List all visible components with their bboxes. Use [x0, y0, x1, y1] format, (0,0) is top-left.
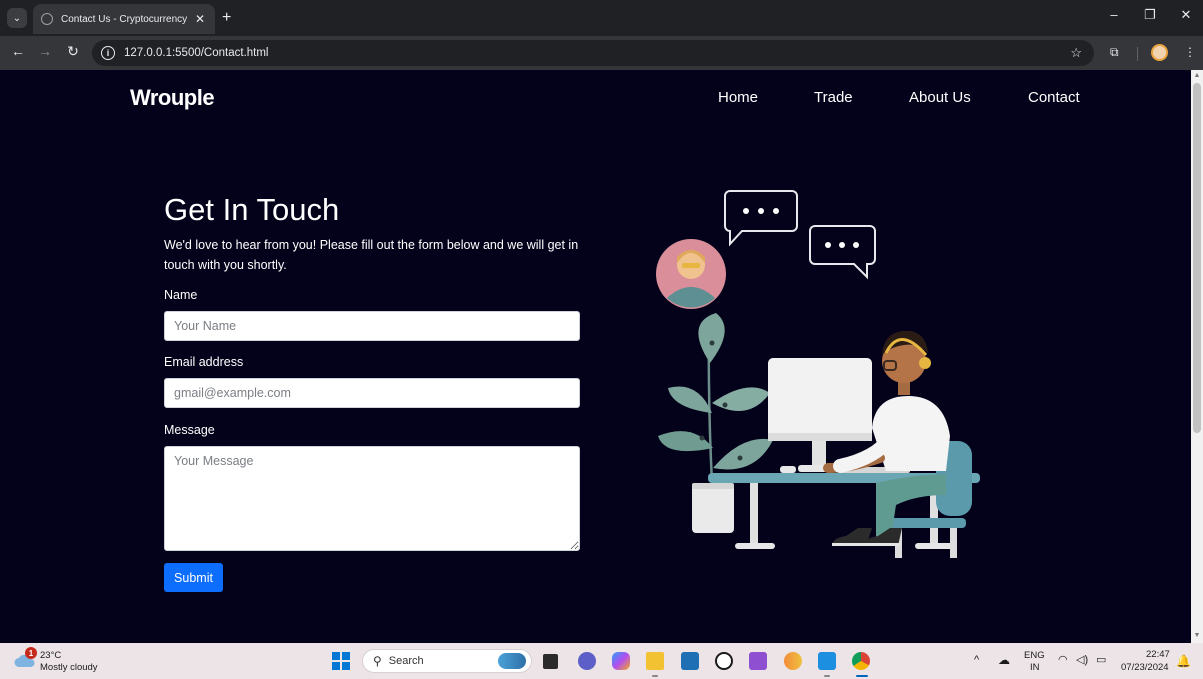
- app-icon[interactable]: [784, 652, 802, 670]
- message-textarea[interactable]: [164, 446, 580, 551]
- browser-tab[interactable]: Contact Us - Cryptocurrency ✕: [33, 4, 215, 34]
- wifi-icon[interactable]: ◠: [1058, 653, 1068, 666]
- contact-description: We'd love to hear from you! Please fill …: [164, 238, 579, 272]
- scrollbar-thumb[interactable]: [1193, 83, 1201, 433]
- toolbar-divider: [1137, 47, 1138, 61]
- volume-icon[interactable]: ◁): [1076, 653, 1088, 666]
- url-text[interactable]: 127.0.0.1:5500/Contact.html: [124, 47, 269, 59]
- weather-description[interactable]: Mostly cloudy: [40, 662, 98, 673]
- taskbar-search-label: Search: [388, 655, 424, 667]
- scroll-up-icon[interactable]: ▲: [1193, 72, 1201, 80]
- page-title: Get In Touch: [164, 192, 340, 227]
- tab-favicon-icon: [41, 13, 53, 25]
- email-label: Email address: [164, 355, 244, 369]
- visual-studio-icon[interactable]: [749, 652, 767, 670]
- nav-trade[interactable]: Trade: [814, 89, 853, 106]
- new-tab-icon[interactable]: +: [222, 8, 231, 28]
- file-explorer-active-indicator: [652, 675, 658, 677]
- chrome-active-indicator: [856, 675, 868, 677]
- tab-strip: ⌄ Contact Us - Cryptocurrency ✕ + – ❐ ✕: [0, 0, 1203, 36]
- store-icon[interactable]: [681, 652, 699, 670]
- address-bar[interactable]: i 127.0.0.1:5500/Contact.html ☆: [92, 40, 1094, 66]
- site-info-icon[interactable]: i: [101, 46, 115, 60]
- tab-title: Contact Us - Cryptocurrency: [61, 13, 188, 25]
- restore-icon[interactable]: ❐: [1138, 7, 1162, 23]
- notification-bell-icon[interactable]: 🔔: [1176, 654, 1191, 668]
- extensions-icon[interactable]: ⧉: [1110, 45, 1119, 60]
- vscode-active-indicator: [824, 675, 830, 677]
- window-close-icon[interactable]: ✕: [1174, 7, 1198, 23]
- browser-toolbar: ← → ↻ i 127.0.0.1:5500/Contact.html ☆ ⧉ …: [0, 36, 1203, 70]
- clock-date[interactable]: 07/23/2024: [1121, 662, 1169, 673]
- dell-icon[interactable]: [715, 652, 733, 670]
- tab-close-icon[interactable]: ✕: [193, 12, 207, 26]
- name-label: Name: [164, 288, 198, 302]
- onedrive-icon[interactable]: ☁: [998, 653, 1010, 667]
- name-input[interactable]: [164, 311, 580, 341]
- page-viewport: Wrouple Home Trade About Us Contact Get …: [0, 70, 1191, 643]
- bookmark-star-icon[interactable]: ☆: [1070, 45, 1082, 61]
- chrome-icon[interactable]: [852, 652, 870, 670]
- submit-button[interactable]: Submit: [164, 563, 223, 592]
- language-top[interactable]: ENG: [1024, 650, 1045, 661]
- taskbar: 1 23°C Mostly cloudy ⚲ Search ^ ☁ ENG IN…: [0, 643, 1203, 679]
- back-icon[interactable]: ←: [8, 43, 28, 59]
- clock-time[interactable]: 22:47: [1146, 649, 1170, 660]
- weather-badge: 1: [25, 647, 37, 659]
- search-icon: ⚲: [373, 654, 382, 668]
- minimize-icon[interactable]: –: [1102, 7, 1126, 22]
- nav-about-us[interactable]: About Us: [909, 89, 971, 106]
- browser-menu-icon[interactable]: ⋮: [1184, 45, 1196, 59]
- nav-contact[interactable]: Contact: [1028, 89, 1080, 106]
- nav-home[interactable]: Home: [718, 89, 758, 106]
- language-bottom[interactable]: IN: [1030, 662, 1040, 673]
- windows-start-icon[interactable]: [332, 652, 350, 670]
- profile-avatar[interactable]: [1151, 44, 1168, 61]
- vscode-icon[interactable]: [818, 652, 836, 670]
- meet-icon[interactable]: [578, 652, 596, 670]
- copilot-icon[interactable]: [612, 652, 630, 670]
- site-logo[interactable]: Wrouple: [130, 85, 215, 111]
- speech-bubble-icon: [809, 225, 876, 280]
- reload-icon[interactable]: ↻: [63, 43, 83, 60]
- battery-icon[interactable]: ▭: [1096, 653, 1106, 666]
- email-input[interactable]: [164, 378, 580, 408]
- speech-bubble-icon: [724, 190, 798, 247]
- message-label: Message: [164, 423, 215, 437]
- tab-search-icon[interactable]: ⌄: [7, 8, 27, 28]
- weather-temperature[interactable]: 23°C: [40, 650, 61, 661]
- contact-illustration: [656, 190, 980, 558]
- forward-icon[interactable]: →: [35, 43, 55, 59]
- search-highlight-icon[interactable]: [498, 653, 526, 669]
- task-view-icon[interactable]: [543, 654, 558, 669]
- scroll-down-icon[interactable]: ▼: [1193, 632, 1201, 640]
- avatar-bubble-icon: [656, 239, 726, 309]
- file-explorer-icon[interactable]: [646, 652, 664, 670]
- tray-overflow-icon[interactable]: ^: [974, 654, 979, 666]
